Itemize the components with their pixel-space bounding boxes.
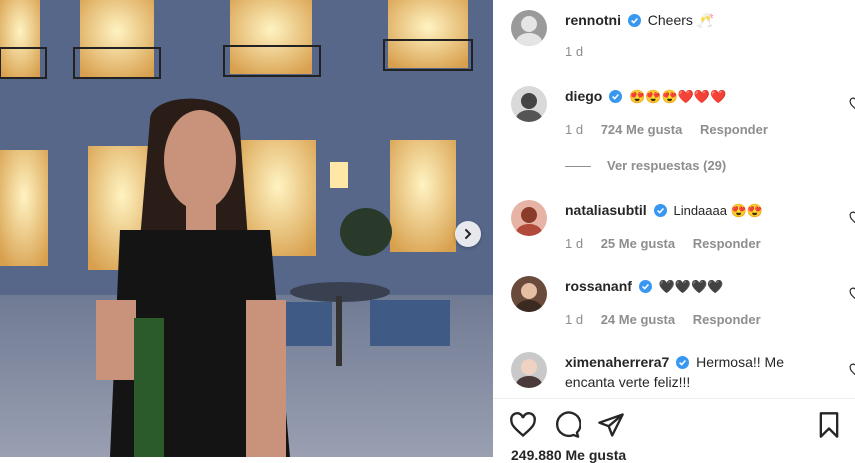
next-photo-button[interactable] xyxy=(455,221,481,247)
comment-item: diego 😍😍😍❤️❤️❤️ 1 d 724 Me gusta Respond… xyxy=(511,86,855,146)
comments-panel: rennotni Cheers 🥂 1 d diego 😍😍😍❤️❤️❤️ 1 … xyxy=(493,0,855,457)
comment-text: 🖤🖤🖤🖤 xyxy=(658,279,724,294)
avatar[interactable] xyxy=(511,86,547,122)
view-replies-label: Ver respuestas (29) xyxy=(607,158,727,173)
username[interactable]: ximenaherrera7 xyxy=(565,354,669,370)
username[interactable]: rossananf xyxy=(565,278,632,294)
username[interactable]: diego xyxy=(565,88,602,104)
post-action-bar: 249.880 Me gusta xyxy=(493,398,855,463)
comment-text: Lindaaaa 😍😍 xyxy=(673,203,763,218)
caption-text: Cheers 🥂 xyxy=(647,12,715,28)
post-caption: rennotni Cheers 🥂 1 d xyxy=(511,10,855,60)
comment-meta: 1 d 724 Me gusta Responder xyxy=(565,122,768,137)
heart-outline-icon[interactable] xyxy=(849,211,855,225)
chevron-right-icon xyxy=(465,229,472,239)
reply-button[interactable]: Responder xyxy=(693,236,761,251)
post-photo[interactable] xyxy=(0,0,493,457)
post-image xyxy=(0,0,493,457)
comment-time: 1 d xyxy=(565,122,584,137)
comment-item: rossananf 🖤🖤🖤🖤 1 d 24 Me gusta Responder xyxy=(511,276,855,336)
heart-outline-icon[interactable] xyxy=(849,97,855,111)
heart-outline-icon[interactable] xyxy=(849,363,855,377)
comment-meta: 1 d 25 Me gusta Responder xyxy=(565,236,761,251)
heart-outline-icon[interactable] xyxy=(849,287,855,301)
verified-badge-icon xyxy=(676,356,690,369)
caption-time: 1 d xyxy=(565,44,584,59)
avatar[interactable] xyxy=(511,352,547,388)
avatar[interactable] xyxy=(511,10,547,46)
avatar[interactable] xyxy=(511,276,547,312)
reply-button[interactable]: Responder xyxy=(700,122,768,137)
comment-item: nataliasubtil Lindaaaa 😍😍 1 d 25 Me gust… xyxy=(511,200,855,260)
username[interactable]: nataliasubtil xyxy=(565,202,647,218)
bookmark-icon[interactable] xyxy=(815,411,843,439)
reply-button[interactable]: Responder xyxy=(693,312,761,327)
comment-icon[interactable] xyxy=(553,411,581,439)
heart-outline-icon[interactable] xyxy=(509,411,537,439)
paper-plane-icon[interactable] xyxy=(597,411,625,439)
comment-likes[interactable]: 25 Me gusta xyxy=(601,236,675,251)
avatar[interactable] xyxy=(511,200,547,236)
comment-likes[interactable]: 24 Me gusta xyxy=(601,312,675,327)
view-replies-button[interactable]: Ver respuestas (29) xyxy=(565,158,726,173)
comment-text: 😍😍😍❤️❤️❤️ xyxy=(629,89,727,104)
username[interactable]: rennotni xyxy=(565,12,621,28)
divider xyxy=(565,166,591,168)
verified-badge-icon xyxy=(609,90,623,103)
verified-badge-icon xyxy=(627,14,641,27)
verified-badge-icon xyxy=(638,280,652,293)
comment-time: 1 d xyxy=(565,236,584,251)
verified-badge-icon xyxy=(653,204,667,217)
comment-likes[interactable]: 724 Me gusta xyxy=(601,122,683,137)
comment-time: 1 d xyxy=(565,312,584,327)
likes-count[interactable]: 249.880 Me gusta xyxy=(511,447,626,463)
comment-meta: 1 d 24 Me gusta Responder xyxy=(565,312,761,327)
comment-item: ximenaherrera7 Hermosa!! Me encanta vert… xyxy=(511,352,855,396)
